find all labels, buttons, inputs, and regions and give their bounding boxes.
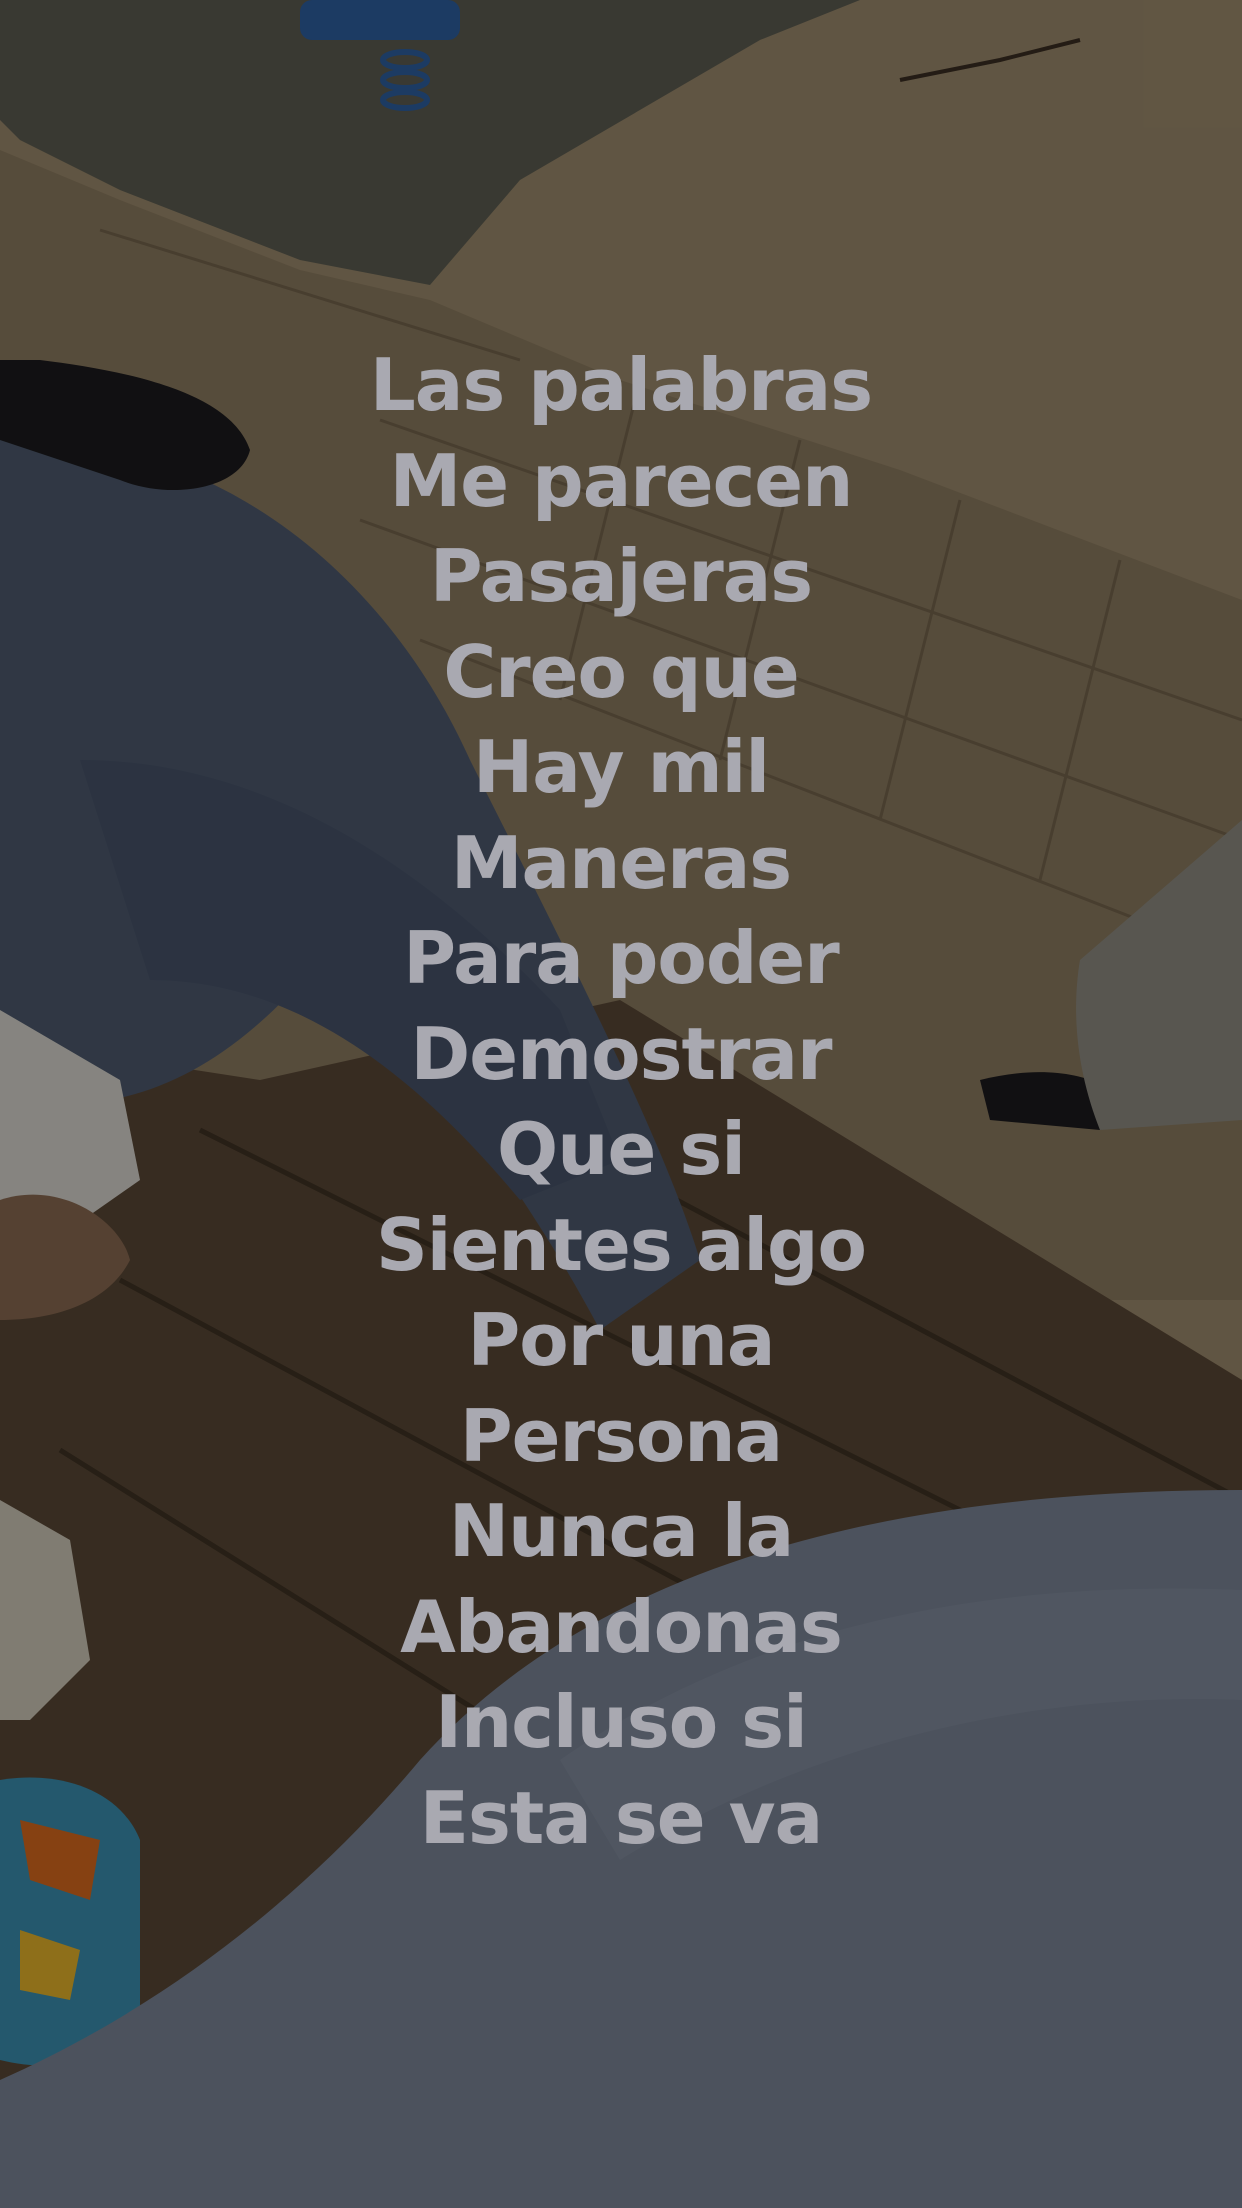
text-line: Demostrar (410, 1011, 833, 1096)
text-line: Por una (467, 1298, 776, 1382)
text-line: Creo que (443, 629, 799, 714)
text-line: Las palabras (369, 343, 873, 427)
text-line: Incluso si (435, 1680, 808, 1764)
text-line: Esta se va (419, 1775, 823, 1860)
text-line: Para poder (403, 916, 839, 1000)
story-screen: Las palabras Me parecen Pasajeras Creo q… (0, 0, 1242, 2208)
text-line: Nunca la (448, 1489, 794, 1573)
text-line: Hay mil (472, 725, 770, 809)
text-line: Me parecen (389, 438, 854, 523)
text-line: Maneras (450, 820, 792, 905)
text-line: Abandonas (400, 1584, 843, 1669)
text-line: Pasajeras (429, 534, 813, 618)
overlay-text-block: Las palabras Me parecen Pasajeras Creo q… (0, 338, 1242, 1866)
text-line: Persona (459, 1393, 783, 1478)
text-line: Que si (497, 1107, 746, 1191)
text-line: Sientes algo (375, 1202, 867, 1287)
